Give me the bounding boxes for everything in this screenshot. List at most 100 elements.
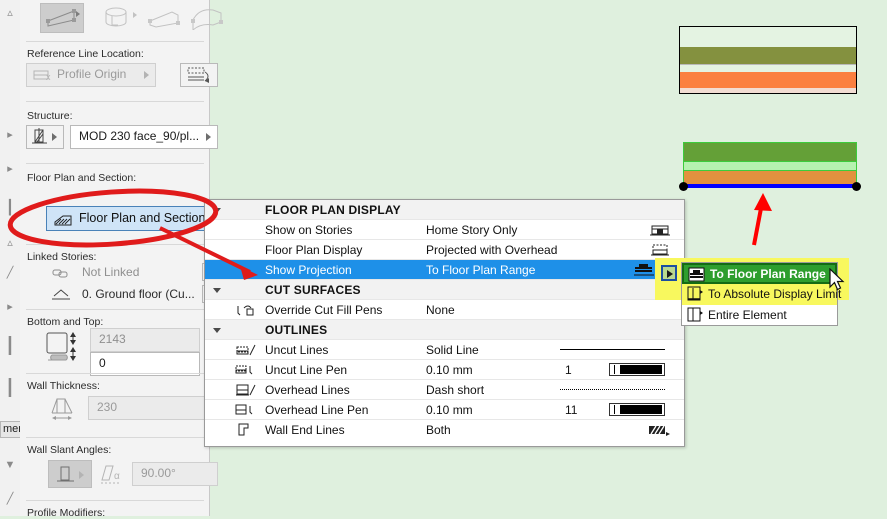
- absolute-display-limit-icon: [686, 286, 704, 302]
- menu-item-to-absolute-display-limit[interactable]: To Absolute Display Limit: [682, 284, 841, 305]
- plan-band-3: [683, 171, 857, 184]
- row-wall-end-lines[interactable]: Wall End Lines Both: [205, 420, 684, 440]
- floor-plan-and-section-button[interactable]: Floor Plan and Section...: [46, 206, 226, 231]
- row-uncut-line-pen[interactable]: Uncut Line Pen 0.10 mm 1: [205, 360, 684, 380]
- overhead-lines-icon: [235, 382, 257, 398]
- pen-color-swatch-2[interactable]: [609, 403, 665, 416]
- plan-band-2: [683, 162, 857, 171]
- projected-overhead-icon: [650, 242, 670, 258]
- preview-band-2: [680, 47, 856, 64]
- row-label: Overhead Lines: [265, 383, 350, 397]
- triangle-icon[interactable]: ▵: [2, 6, 18, 20]
- bar-icon-2[interactable]: ┃: [2, 339, 18, 355]
- reference-line-combo[interactable]: x Profile Origin: [26, 63, 156, 87]
- reference-line-flip-button[interactable]: [180, 63, 218, 87]
- polygon-wall-tool[interactable]: [186, 3, 230, 33]
- row-value: Projected with Overhead: [426, 243, 558, 257]
- preview-band-4: [680, 72, 856, 88]
- bar-icon-3[interactable]: ┃: [2, 381, 18, 397]
- wall-thickness-icon: [48, 396, 76, 422]
- pen-color-swatch[interactable]: [609, 363, 665, 376]
- parallelogram-icon[interactable]: ╱: [2, 266, 18, 280]
- line-icon[interactable]: ╱: [2, 492, 18, 506]
- structure-label: Structure:: [27, 110, 73, 122]
- wall-settings-panel: Reference Line Location: x Profile Origi…: [20, 0, 226, 519]
- trapezoid-wall-tool[interactable]: [142, 3, 186, 33]
- composite-structure-icon: [32, 128, 47, 144]
- bar-icon[interactable]: ┃: [2, 200, 18, 214]
- chevron-right-icon: [76, 11, 80, 17]
- chevron-down-icon-2[interactable]: [213, 288, 221, 293]
- wall-slant-angle-field[interactable]: 90.00°: [132, 462, 218, 486]
- linked-stories-row2: 0. Ground floor (Cu...: [82, 287, 195, 301]
- floor-plan-section-icon: [53, 211, 75, 229]
- chevron-down-icon-3[interactable]: [213, 328, 221, 333]
- chevron-right-icon-2: [204, 132, 214, 142]
- annotation-arrow-2-head: [754, 193, 772, 211]
- group-label: CUT SURFACES: [265, 283, 361, 297]
- chevron-right-icon: [50, 132, 60, 142]
- row-override-cut-fill-pens[interactable]: Override Cut Fill Pens None: [205, 300, 684, 320]
- bottom-top-icon: [44, 330, 84, 372]
- flip-reference-icon: [187, 67, 209, 83]
- row-value: Both: [426, 423, 451, 437]
- linked-stories-row1: Not Linked: [82, 265, 140, 279]
- chevron-right-icon-2: [133, 12, 137, 18]
- floor-plan-range-icon: [688, 267, 706, 283]
- trapezoid-wall-icon: [148, 11, 180, 28]
- row-pen-number: 1: [565, 363, 572, 377]
- structure-type-button[interactable]: [26, 125, 64, 149]
- show-projection-dropdown[interactable]: To Floor Plan Range To Absolute Display …: [681, 262, 841, 326]
- home-story-icon: [50, 286, 72, 304]
- wall-slant-type-button[interactable]: [48, 460, 92, 488]
- uncut-pen-icon: [235, 362, 257, 378]
- linked-stories-label: Linked Stories:: [27, 251, 97, 263]
- row-value: 0.10 mm: [426, 403, 473, 417]
- row-label: Floor Plan Display: [265, 243, 363, 257]
- group-outlines[interactable]: OUTLINES: [205, 320, 684, 340]
- slant-angle-icon: α: [100, 463, 126, 487]
- structure-combo[interactable]: MOD 230 face_90/pl...: [70, 125, 218, 149]
- group-cut-surfaces[interactable]: CUT SURFACES: [205, 280, 684, 300]
- group-floor-plan-display[interactable]: FLOOR PLAN DISPLAY: [205, 200, 684, 220]
- preview-band-5: [680, 88, 856, 93]
- row-overhead-line-pen[interactable]: Overhead Line Pen 0.10 mm 11: [205, 400, 684, 420]
- row-overhead-lines[interactable]: Overhead Lines Dash short: [205, 380, 684, 400]
- svg-text:α: α: [114, 471, 120, 482]
- chevron-right-icon[interactable]: ▸: [2, 128, 18, 142]
- curved-wall-icon: [105, 7, 127, 27]
- row-label: Wall End Lines: [265, 423, 345, 437]
- row-label: Show on Stories: [265, 223, 353, 237]
- row-uncut-lines[interactable]: Uncut Lines Solid Line: [205, 340, 684, 360]
- menu-item-entire-element[interactable]: Entire Element: [682, 305, 837, 326]
- hatch-both-icon: [648, 422, 670, 438]
- straight-wall-tool[interactable]: [40, 3, 84, 33]
- entire-element-icon: [686, 307, 704, 323]
- left-edge-toolbar[interactable]: ▵ ▸ ▸ ┃ ▵ ╱ ▸ ┃ ┃ mer ▼ ╱: [0, 0, 36, 516]
- curved-wall-tool[interactable]: [96, 3, 140, 33]
- hatch-icon[interactable]: ▼: [2, 458, 18, 472]
- top-offset-field[interactable]: 2143: [90, 328, 200, 352]
- row-show-on-stories[interactable]: Show on Stories Home Story Only: [205, 220, 684, 240]
- polygon-wall-icon: [191, 9, 223, 30]
- triangle-icon-2[interactable]: ▵: [2, 236, 18, 250]
- reference-line-value: Profile Origin: [57, 67, 127, 81]
- chevron-right-icon-2[interactable]: ▸: [2, 162, 18, 176]
- row-label: Show Projection: [265, 263, 352, 277]
- endpoint-left[interactable]: [679, 182, 688, 191]
- mouse-cursor: [829, 268, 845, 291]
- profile-modifiers-label: Profile Modifiers:: [27, 507, 106, 519]
- chevron-down-icon[interactable]: [213, 208, 221, 213]
- wall-thickness-value: 230: [97, 400, 118, 414]
- show-projection-expand-button[interactable]: [661, 265, 677, 281]
- chevron-right-icon: [77, 470, 87, 480]
- top-offset-value: 2143: [99, 332, 126, 346]
- chevron-right-icon-3[interactable]: ▸: [2, 300, 18, 314]
- endpoint-right[interactable]: [852, 182, 861, 191]
- wall-thickness-field[interactable]: 230: [88, 396, 218, 420]
- menu-item-to-floor-plan-range[interactable]: To Floor Plan Range: [682, 263, 837, 284]
- row-floor-plan-display[interactable]: Floor Plan Display Projected with Overhe…: [205, 240, 684, 260]
- row-label: Overhead Line Pen: [265, 403, 369, 417]
- bottom-offset-value: 0: [99, 356, 106, 370]
- row-show-projection[interactable]: Show Projection To Floor Plan Range: [205, 260, 684, 280]
